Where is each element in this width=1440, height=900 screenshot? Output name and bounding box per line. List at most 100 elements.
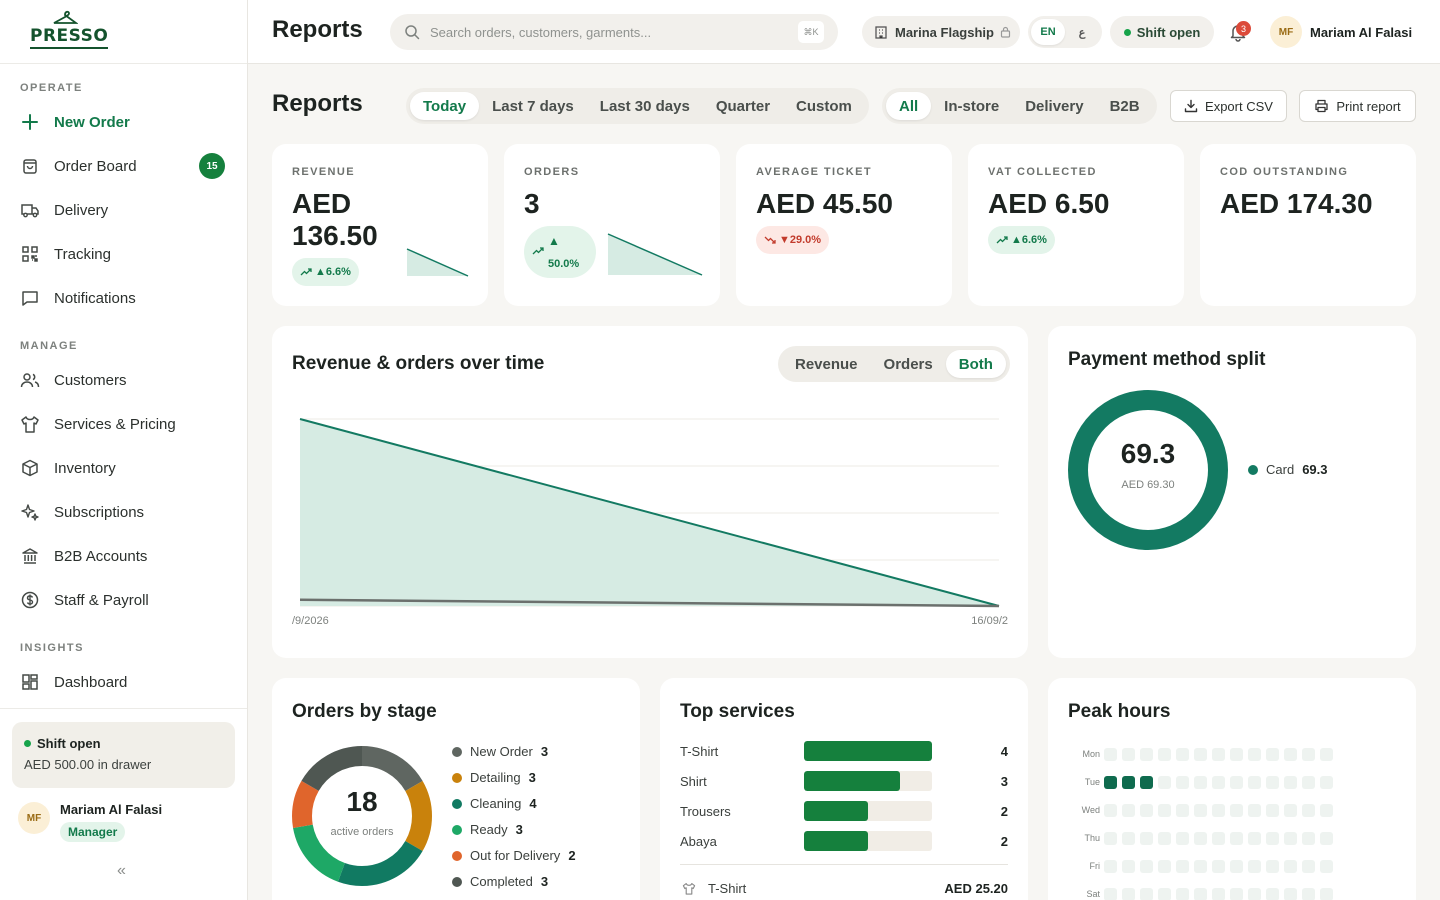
sidebar-item-staff-payroll[interactable]: Staff & Payroll <box>20 585 227 615</box>
kpi-card-vat[interactable]: VAT COLLECTED AED 6.50 ▲6.6% <box>968 144 1184 306</box>
service-label: Shirt <box>680 773 707 789</box>
heatmap-cell <box>1284 887 1297 900</box>
shift-status-card[interactable]: Shift open AED 500.00 in drawer <box>12 722 235 788</box>
sidebar-item-label: Services & Pricing <box>54 415 176 433</box>
export-csv-button[interactable]: Export CSV <box>1170 90 1287 122</box>
channel-b2b[interactable]: B2B <box>1097 92 1153 120</box>
heatmap-cell <box>1302 887 1315 900</box>
heatmap-cell <box>1176 859 1189 873</box>
heatmap-cell <box>1122 775 1135 789</box>
kpi-value: AED 45.50 <box>756 188 893 219</box>
sidebar-item-subscriptions[interactable]: Subscriptions <box>20 497 227 527</box>
range-7-days[interactable]: Last 7 days <box>479 92 587 120</box>
user-menu[interactable]: MF Mariam Al Falasi <box>1270 16 1412 48</box>
sidebar-item-delivery[interactable]: Delivery <box>20 195 227 225</box>
location-name: Marina Flagship <box>895 24 994 40</box>
section-insights: INSIGHTS <box>20 642 84 654</box>
heatmap-cell <box>1230 775 1243 789</box>
sidebar-item-order-board[interactable]: Order Board 15 <box>20 151 227 181</box>
heatmap-cell <box>1194 747 1207 761</box>
heatmap-row: Wed <box>1068 803 1338 817</box>
donut-center-subtext: active orders <box>330 826 394 838</box>
sidebar-item-b2b-accounts[interactable]: B2B Accounts <box>20 541 227 571</box>
heatmap-row: Thu <box>1068 831 1338 845</box>
kpi-change: ▲6.6% <box>315 266 351 278</box>
card-title: Orders by stage <box>292 701 437 722</box>
channel-in-store[interactable]: In-store <box>931 92 1012 120</box>
service-label: Trousers <box>680 803 731 819</box>
logo[interactable]: PRESSO <box>0 0 247 64</box>
status-dot <box>1123 28 1131 36</box>
heatmap-cell <box>1104 803 1117 817</box>
range-custom[interactable]: Custom <box>783 92 865 120</box>
printer-icon <box>1315 99 1328 113</box>
x-tick-end: 16/09/2 <box>971 615 1008 627</box>
service-label: T-Shirt <box>708 880 747 896</box>
heatmap-cell <box>1104 859 1117 873</box>
language-toggle[interactable]: EN ع <box>1028 16 1102 48</box>
order-count-badge: 15 <box>199 153 225 179</box>
range-quarter[interactable]: Quarter <box>703 92 783 120</box>
heatmap-day-label: Sat <box>1086 889 1100 899</box>
heatmap-cell <box>1194 831 1207 845</box>
sidebar-user[interactable]: MF Mariam Al Falasi Manager <box>18 802 162 842</box>
brand-name: PRESSO <box>30 25 109 46</box>
kpi-card-average-ticket[interactable]: AVERAGE TICKET AED 45.50 ▼29.0% <box>736 144 952 306</box>
heatmap-cell <box>1140 859 1153 873</box>
range-today[interactable]: Today <box>410 92 480 120</box>
shift-status-pill[interactable]: Shift open <box>1110 16 1214 48</box>
heatmap-cell <box>1284 803 1297 817</box>
heatmap-cell <box>1176 747 1189 761</box>
sidebar-item-label: Inventory <box>54 459 116 477</box>
hanger-icon <box>53 10 78 24</box>
lang-en[interactable]: EN <box>1031 19 1065 45</box>
heatmap-row: Fri <box>1068 859 1338 873</box>
kpi-card-revenue[interactable]: REVENUE AED 136.50 ▲6.6% <box>272 144 488 306</box>
toggle-orders[interactable]: Orders <box>871 350 946 378</box>
location-selector[interactable]: Marina Flagship <box>862 16 1020 48</box>
sidebar-item-dashboard[interactable]: Dashboard <box>20 667 227 697</box>
legend-dot <box>452 824 462 835</box>
kpi-change-badge: ▼29.0% <box>756 226 830 254</box>
section-manage: MANAGE <box>20 340 78 352</box>
search-input[interactable] <box>430 24 790 40</box>
heatmap-cell <box>1248 859 1261 873</box>
legend-dot <box>452 798 462 809</box>
range-30-days[interactable]: Last 30 days <box>587 92 703 120</box>
sidebar-item-services-pricing[interactable]: Services & Pricing <box>20 409 227 439</box>
toggle-revenue[interactable]: Revenue <box>782 350 871 378</box>
heatmap-cell <box>1266 887 1279 900</box>
search-bar[interactable]: ⌘K <box>390 14 838 50</box>
collapse-sidebar-button[interactable]: « <box>117 862 126 880</box>
heatmap-cell <box>1158 775 1171 789</box>
service-label: Abaya <box>680 833 717 849</box>
qr-code-icon <box>20 244 40 264</box>
service-bar <box>804 831 868 851</box>
sidebar-item-notifications[interactable]: Notifications <box>20 283 227 313</box>
trend-up-icon <box>532 247 544 255</box>
page-title: Reports <box>272 90 363 117</box>
heatmap-cell <box>1230 803 1243 817</box>
heatmap-cell <box>1320 803 1333 817</box>
heatmap-cell <box>1122 803 1135 817</box>
legend-item-ready: Ready 3 <box>452 822 523 837</box>
legend-dot <box>452 746 462 757</box>
topbar: Reports ⌘K Marina Flagship EN ع Shift op… <box>248 0 1440 64</box>
heatmap-day-label: Thu <box>1084 833 1100 843</box>
print-report-button[interactable]: Print report <box>1299 90 1416 122</box>
kpi-card-cod[interactable]: COD OUTSTANDING AED 174.30 <box>1200 144 1416 306</box>
channel-all[interactable]: All <box>886 92 932 120</box>
sidebar-item-inventory[interactable]: Inventory <box>20 453 227 483</box>
legend-label: Card <box>1266 462 1295 477</box>
dashboard-icon <box>20 672 40 692</box>
lang-ar[interactable]: ع <box>1065 19 1099 45</box>
sidebar-item-tracking[interactable]: Tracking <box>20 239 227 269</box>
sidebar-item-customers[interactable]: Customers <box>20 365 227 395</box>
heatmap-cell <box>1284 747 1297 761</box>
legend-label: Completed <box>470 874 533 889</box>
kpi-card-orders[interactable]: ORDERS 3 ▲ 50.0% <box>504 144 720 306</box>
sidebar-item-new-order[interactable]: New Order <box>20 107 227 137</box>
channel-delivery[interactable]: Delivery <box>1012 92 1096 120</box>
heatmap-cell <box>1104 831 1117 845</box>
toggle-both[interactable]: Both <box>945 350 1006 378</box>
